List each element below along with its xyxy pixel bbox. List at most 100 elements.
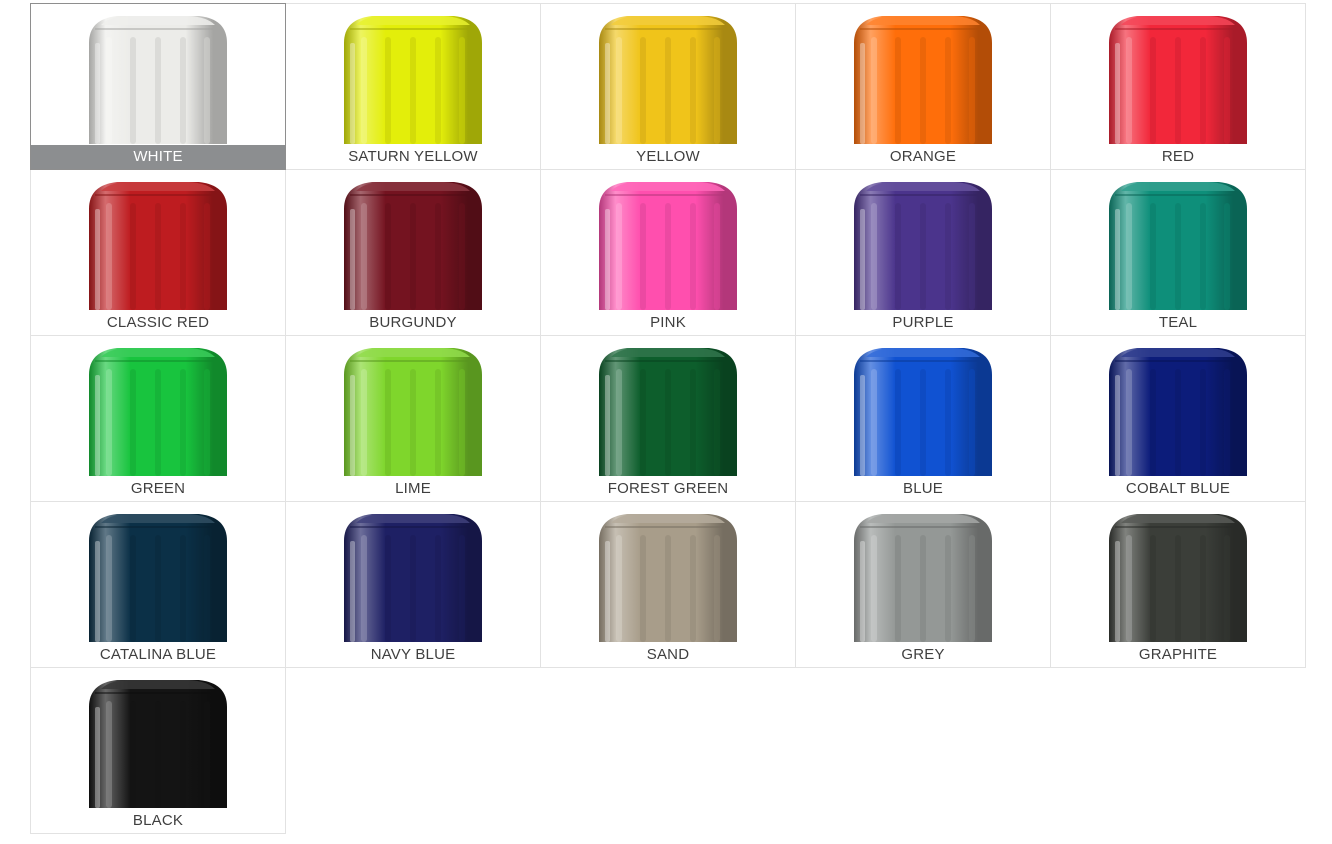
fender-rib	[1200, 369, 1206, 476]
color-swatch[interactable]: BLUE	[795, 335, 1051, 502]
fender-rib	[616, 37, 622, 144]
fender-top-cap	[866, 16, 980, 25]
color-swatch[interactable]: SATURN YELLOW	[285, 3, 541, 170]
color-swatch[interactable]: WHITE	[30, 3, 286, 170]
color-swatch-label: CATALINA BLUE	[99, 646, 217, 663]
fender-image	[599, 16, 737, 144]
fender-image	[89, 16, 227, 144]
color-swatch[interactable]: BLACK	[30, 667, 286, 834]
color-swatch[interactable]: RED	[1050, 3, 1306, 170]
color-swatch-label: SAND	[646, 646, 690, 663]
color-swatch[interactable]: CATALINA BLUE	[30, 501, 286, 668]
fender-rib	[945, 37, 951, 144]
color-swatch[interactable]: NAVY BLUE	[285, 501, 541, 668]
fender-rib	[155, 701, 161, 808]
fender-rib	[130, 37, 136, 144]
fender-top-cap	[101, 16, 215, 25]
fender-rib	[1150, 37, 1156, 144]
fender-rib	[204, 535, 210, 642]
color-swatch[interactable]: LIME	[285, 335, 541, 502]
color-swatch[interactable]: BURGUNDY	[285, 169, 541, 336]
color-swatch-label: TEAL	[1158, 314, 1198, 331]
fender-rib	[969, 369, 975, 476]
fender-rib	[895, 203, 901, 310]
fender-rib	[385, 535, 391, 642]
color-swatch[interactable]: YELLOW	[540, 3, 796, 170]
fender-rib	[155, 535, 161, 642]
color-swatch[interactable]: PINK	[540, 169, 796, 336]
fender-rib	[180, 203, 186, 310]
fender-rib	[871, 369, 877, 476]
fender-rib	[640, 203, 646, 310]
fender-rib	[969, 37, 975, 144]
color-swatch[interactable]: GREY	[795, 501, 1051, 668]
fender-rib	[665, 203, 671, 310]
fender-rib	[665, 535, 671, 642]
fender-rib	[895, 37, 901, 144]
fender-rib	[435, 203, 441, 310]
fender-highlight	[350, 541, 355, 642]
fender-rib	[714, 37, 720, 144]
fender-image	[89, 514, 227, 642]
fender-rib	[714, 535, 720, 642]
fender-rib	[616, 535, 622, 642]
fender-rib	[106, 369, 112, 476]
fender-highlight	[860, 541, 865, 642]
fender-rib	[459, 37, 465, 144]
fender-rib	[1175, 369, 1181, 476]
color-swatch[interactable]: GREEN	[30, 335, 286, 502]
fender-rib	[920, 37, 926, 144]
fender-rib	[130, 701, 136, 808]
fender-rib	[130, 203, 136, 310]
fender-rib	[895, 535, 901, 642]
fender-rib	[665, 37, 671, 144]
fender-top-cap	[356, 514, 470, 523]
fender-rib	[640, 37, 646, 144]
color-swatch[interactable]: SAND	[540, 501, 796, 668]
fender-rib	[1150, 369, 1156, 476]
color-swatch-label: PINK	[650, 314, 686, 331]
fender-highlight	[1115, 375, 1120, 476]
color-swatch[interactable]: CLASSIC RED	[30, 169, 286, 336]
fender-top-cap	[356, 348, 470, 357]
fender-image	[854, 514, 992, 642]
fender-highlight	[1115, 209, 1120, 310]
color-swatch-label: NAVY BLUE	[370, 646, 456, 663]
fender-image	[89, 182, 227, 310]
fender-top-cap	[866, 182, 980, 191]
fender-rib	[640, 369, 646, 476]
color-swatch-label: ORANGE	[889, 148, 957, 165]
fender-rib	[1200, 203, 1206, 310]
fender-rib	[204, 369, 210, 476]
fender-rib	[155, 369, 161, 476]
color-swatch-label: BLACK	[132, 812, 184, 829]
color-swatch-label: GREEN	[130, 480, 186, 497]
fender-rib	[871, 203, 877, 310]
color-swatch[interactable]: ORANGE	[795, 3, 1051, 170]
color-swatch[interactable]: COBALT BLUE	[1050, 335, 1306, 502]
fender-rib	[385, 37, 391, 144]
fender-rib	[690, 37, 696, 144]
fender-rib	[1126, 535, 1132, 642]
fender-rib	[1175, 203, 1181, 310]
color-swatch-label: GREY	[901, 646, 945, 663]
fender-rib	[1126, 37, 1132, 144]
fender-top-cap	[101, 680, 215, 689]
color-swatch[interactable]: GRAPHITE	[1050, 501, 1306, 668]
fender-rib	[204, 37, 210, 144]
fender-top-cap	[866, 348, 980, 357]
color-swatch-label: LIME	[395, 480, 431, 497]
fender-image	[89, 680, 227, 808]
fender-highlight	[1115, 43, 1120, 144]
fender-top-cap	[101, 514, 215, 523]
fender-rib	[1126, 203, 1132, 310]
fender-image	[344, 182, 482, 310]
color-swatch[interactable]: PURPLE	[795, 169, 1051, 336]
fender-rib	[945, 203, 951, 310]
color-swatch[interactable]: FOREST GREEN	[540, 335, 796, 502]
fender-image	[344, 16, 482, 144]
color-swatch-label: SATURN YELLOW	[348, 148, 478, 165]
fender-top-cap	[101, 348, 215, 357]
color-swatch[interactable]: TEAL	[1050, 169, 1306, 336]
fender-top-cap	[611, 514, 725, 523]
